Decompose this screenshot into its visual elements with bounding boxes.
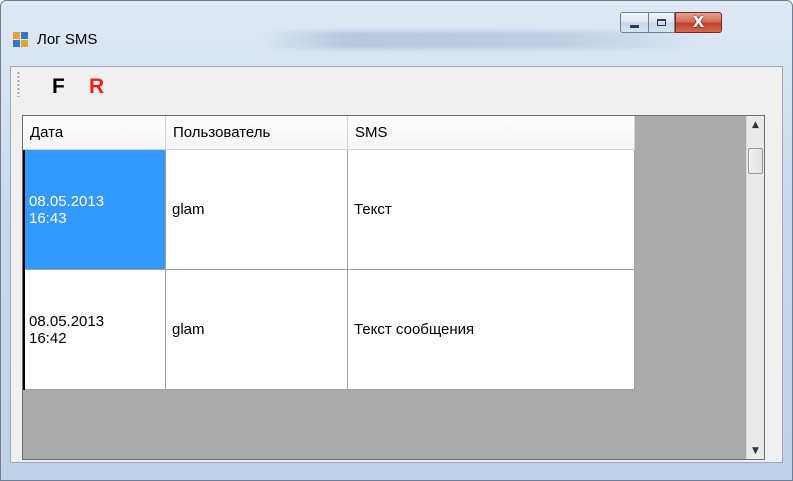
vertical-scrollbar[interactable]: ▲ ▼ <box>746 116 764 459</box>
title-bar-background <box>261 31 701 49</box>
app-window: Лог SMS X F R Дата Пользователь SMS 08.0… <box>0 0 793 481</box>
maximize-icon <box>657 19 666 26</box>
scroll-up-arrow-icon[interactable]: ▲ <box>747 116 764 133</box>
toolbar-grip[interactable] <box>17 71 20 97</box>
cell-sms[interactable]: Текст <box>348 150 635 270</box>
app-icon[interactable] <box>13 32 29 48</box>
minimize-button[interactable] <box>620 12 649 33</box>
cell-sms[interactable]: Текст сообщения <box>348 270 635 390</box>
window-title: Лог SMS <box>37 31 98 48</box>
table-row[interactable]: 08.05.2013 16:43 glam Текст <box>23 150 635 270</box>
table-row[interactable]: 08.05.2013 16:42 glam Текст сообщения <box>23 270 635 390</box>
cell-user[interactable]: glam <box>166 270 348 390</box>
close-icon: X <box>692 13 705 31</box>
scroll-down-arrow-icon[interactable]: ▼ <box>747 442 764 459</box>
column-header-user[interactable]: Пользователь <box>166 116 348 150</box>
column-header-sms[interactable]: SMS <box>348 116 635 150</box>
title-bar[interactable]: Лог SMS X <box>1 1 792 53</box>
toolbar-button-r[interactable]: R <box>89 76 104 98</box>
cell-date[interactable]: 08.05.2013 16:43 <box>23 150 166 270</box>
minimize-icon <box>630 24 639 28</box>
scrollbar-thumb[interactable] <box>748 148 763 174</box>
cell-date[interactable]: 08.05.2013 16:42 <box>23 270 166 390</box>
column-header-date[interactable]: Дата <box>23 116 166 150</box>
grid-row-border <box>23 150 25 390</box>
sms-log-grid[interactable]: Дата Пользователь SMS 08.05.2013 16:43 g… <box>22 115 765 460</box>
close-button[interactable]: X <box>675 12 722 33</box>
grid-header: Дата Пользователь SMS <box>23 116 635 150</box>
toolbar-button-f[interactable]: F <box>52 76 65 98</box>
toolbar: F R <box>11 67 782 113</box>
maximize-button[interactable] <box>648 12 675 33</box>
cell-user[interactable]: glam <box>166 150 348 270</box>
